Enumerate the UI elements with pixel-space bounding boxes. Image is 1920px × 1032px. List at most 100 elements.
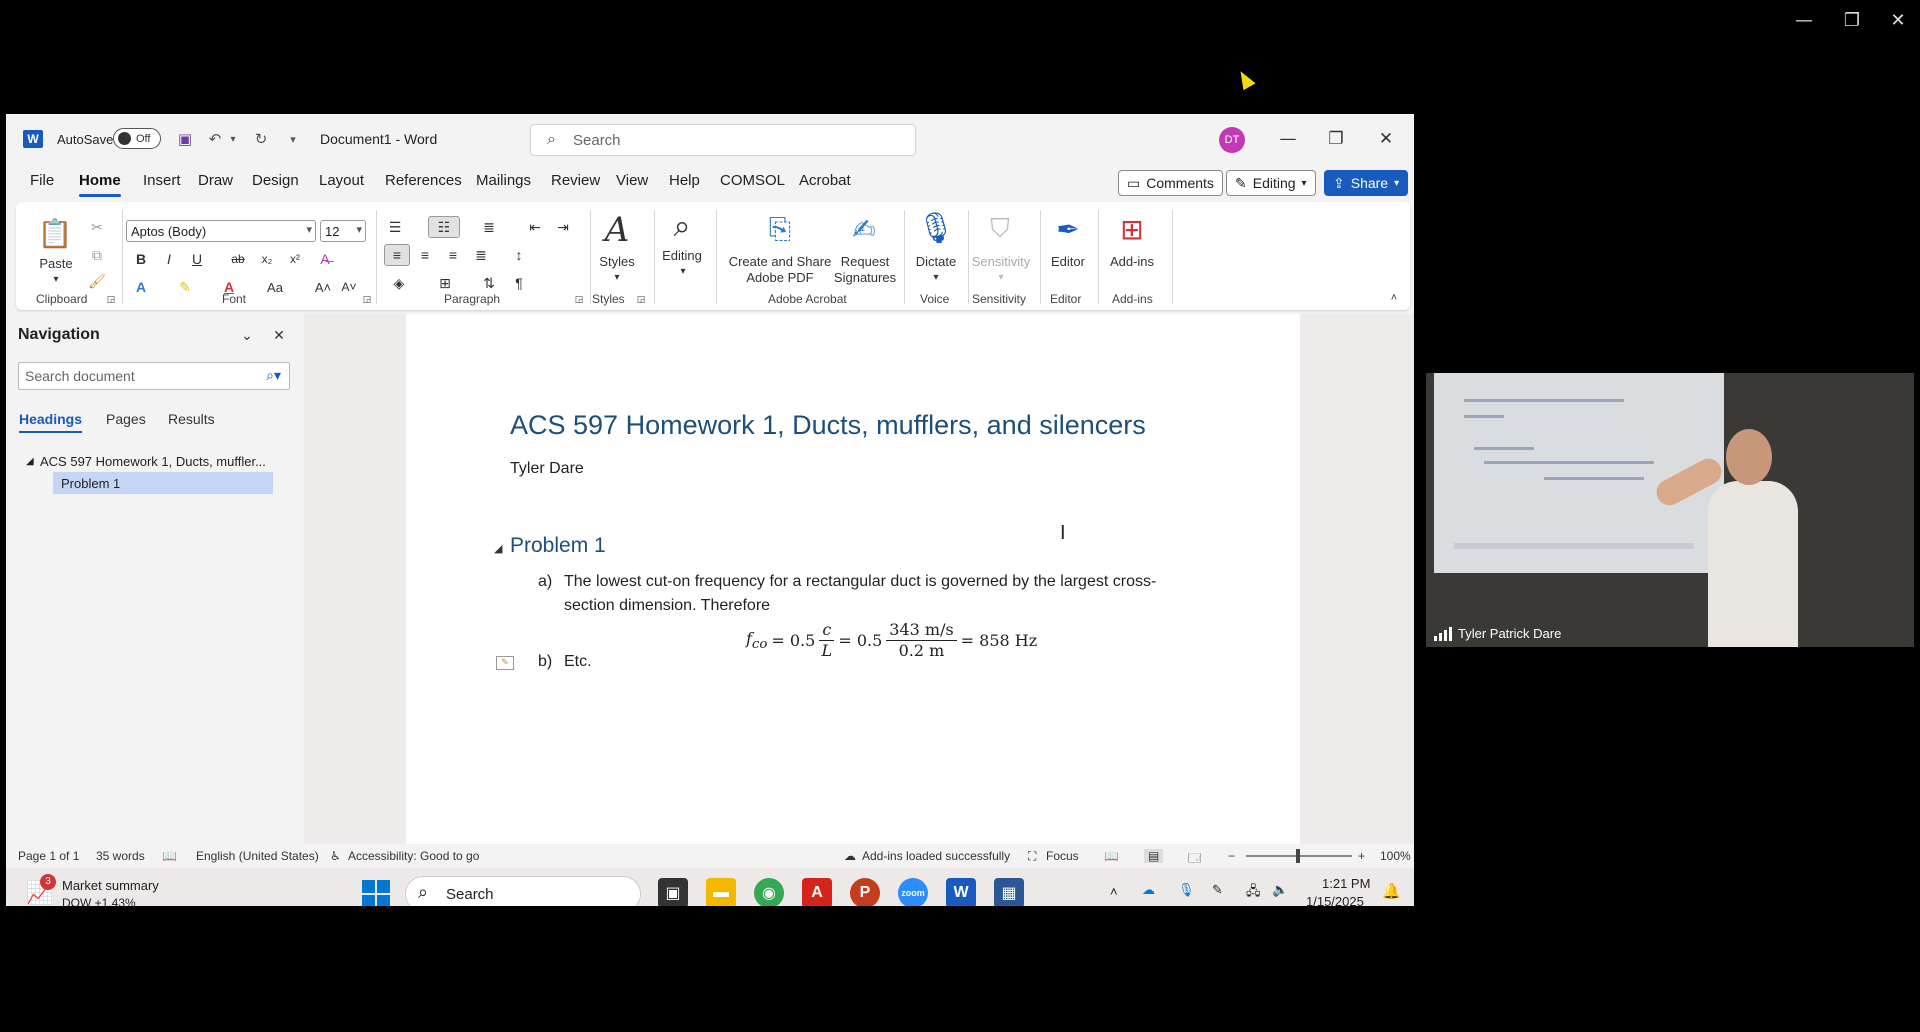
shading-icon[interactable]: ◈ bbox=[384, 272, 414, 294]
line-spacing-icon[interactable]: ↕ bbox=[504, 244, 534, 266]
show-formatting-icon[interactable]: ¶ bbox=[508, 272, 530, 294]
pen-icon[interactable]: ✎ bbox=[1212, 882, 1223, 898]
zoom-slider-thumb[interactable] bbox=[1296, 849, 1300, 863]
task-view-icon[interactable]: ▣ bbox=[658, 878, 688, 906]
bullets-icon[interactable]: ☰ bbox=[384, 216, 406, 238]
viewer-minimize-icon[interactable]: — bbox=[1784, 6, 1824, 34]
tab-review[interactable]: Review bbox=[551, 172, 600, 189]
collapse-triangle-icon[interactable]: ◢ bbox=[26, 456, 34, 467]
tab-acrobat[interactable]: Acrobat bbox=[799, 172, 851, 189]
decrease-indent-icon[interactable]: ⇤ bbox=[524, 216, 546, 238]
editor-icon[interactable]: ✒ bbox=[1048, 210, 1088, 248]
word-app-icon[interactable]: W bbox=[946, 878, 976, 906]
font-name-field[interactable]: Aptos (Body) ▾ bbox=[126, 220, 316, 242]
copy-icon[interactable]: ⧉ bbox=[86, 244, 108, 266]
calculator-icon[interactable]: ▦ bbox=[994, 878, 1024, 906]
borders-icon[interactable]: ⊞ bbox=[430, 272, 460, 294]
accessibility-status[interactable]: Accessibility: Good to go bbox=[348, 849, 479, 863]
nav-tab-headings[interactable]: Headings bbox=[19, 411, 83, 433]
search-document-input[interactable]: Search document ⌕▾ bbox=[18, 362, 290, 390]
proofing-icon[interactable]: 📖 bbox=[162, 849, 177, 863]
chevron-down-icon[interactable]: ⌄ bbox=[236, 324, 258, 346]
subscript-icon[interactable]: x₂ bbox=[256, 248, 278, 270]
create-share-pdf-label[interactable]: Create and Share Adobe PDF bbox=[720, 254, 840, 286]
network-icon[interactable]: 🖧 bbox=[1246, 882, 1261, 904]
collapse-triangle-icon[interactable]: ◢ bbox=[494, 542, 502, 555]
read-mode-icon[interactable]: 📖 bbox=[1104, 849, 1119, 863]
dictate-label[interactable]: Dictate bbox=[910, 254, 962, 270]
underline-icon[interactable]: U bbox=[186, 248, 208, 270]
word-count[interactable]: 35 words bbox=[96, 849, 145, 863]
tab-design[interactable]: Design bbox=[252, 172, 299, 189]
sort-icon[interactable]: ⇅ bbox=[478, 272, 500, 294]
document-page[interactable]: ACS 597 Homework 1, Ducts, mufflers, and… bbox=[406, 314, 1300, 844]
share-button[interactable]: ⇪ Share ▾ bbox=[1324, 170, 1409, 196]
microphone-icon[interactable]: 🎙 bbox=[917, 208, 955, 248]
grow-font-icon[interactable]: A˄ bbox=[312, 276, 334, 298]
clock-time[interactable]: 1:21 PM bbox=[1322, 876, 1370, 891]
comments-button[interactable]: ▭ Comments bbox=[1118, 170, 1223, 196]
create-pdf-icon[interactable]: ⎘ bbox=[762, 210, 798, 248]
paste-label[interactable]: Paste bbox=[38, 256, 74, 272]
shrink-font-icon[interactable]: A˅ bbox=[338, 276, 360, 298]
add-ins-icon[interactable]: ⊞ bbox=[1112, 210, 1152, 248]
tab-help[interactable]: Help bbox=[669, 172, 700, 189]
undo-dropdown-icon[interactable]: ▾ bbox=[222, 128, 244, 150]
bold-icon[interactable]: B bbox=[130, 248, 152, 270]
zoom-level[interactable]: 100% bbox=[1380, 849, 1411, 863]
collapse-ribbon-icon[interactable]: ˄ bbox=[1386, 290, 1402, 306]
language[interactable]: English (United States) bbox=[196, 849, 319, 863]
notifications-icon[interactable]: 🔔 bbox=[1382, 882, 1401, 900]
zoom-out-icon[interactable]: − bbox=[1228, 849, 1235, 863]
nav-tab-pages[interactable]: Pages bbox=[106, 411, 146, 427]
nav-heading-2[interactable]: Problem 1 bbox=[53, 472, 273, 494]
chrome-icon[interactable]: ◉ bbox=[754, 878, 784, 906]
chevron-down-icon[interactable]: ▾ bbox=[676, 264, 690, 278]
volume-icon[interactable]: 🔈 bbox=[1272, 882, 1288, 898]
powerpoint-icon[interactable]: P bbox=[850, 878, 880, 906]
add-ins-label[interactable]: Add-ins bbox=[1104, 254, 1160, 270]
cut-icon[interactable]: ✂ bbox=[86, 216, 108, 238]
clock-date[interactable]: 1/15/2025 bbox=[1306, 894, 1364, 906]
print-layout-icon[interactable]: ▤ bbox=[1144, 849, 1164, 863]
multilevel-list-icon[interactable]: ≣ bbox=[478, 216, 500, 238]
clear-formatting-icon[interactable]: A̶ bbox=[314, 248, 336, 270]
align-center-icon[interactable]: ≡ bbox=[414, 244, 436, 266]
font-launcher-icon[interactable]: ◲ bbox=[360, 292, 374, 306]
acrobat-icon[interactable]: A bbox=[802, 878, 832, 906]
align-left-icon[interactable]: ≡ bbox=[384, 244, 410, 266]
paste-dropdown-icon[interactable]: ▾ bbox=[48, 272, 64, 286]
autosave-toggle[interactable]: Off bbox=[113, 128, 161, 149]
viewer-close-icon[interactable]: ✕ bbox=[1878, 6, 1918, 34]
tab-layout[interactable]: Layout bbox=[319, 172, 364, 189]
tab-view[interactable]: View bbox=[616, 172, 648, 189]
tab-comsol[interactable]: COMSOL bbox=[720, 172, 785, 189]
styles-launcher-icon[interactable]: ◲ bbox=[634, 292, 648, 306]
change-case-icon[interactable]: Aa bbox=[260, 276, 290, 298]
superscript-icon[interactable]: x² bbox=[284, 248, 306, 270]
tab-file[interactable]: File bbox=[30, 172, 54, 189]
editor-label[interactable]: Editor bbox=[1044, 254, 1092, 270]
numbering-icon[interactable]: ☷ bbox=[428, 216, 460, 238]
request-signatures-icon[interactable]: ✍ bbox=[844, 210, 884, 248]
viewer-restore-icon[interactable]: ❐ bbox=[1832, 6, 1872, 34]
taskbar-search[interactable]: ⌕ Search bbox=[405, 876, 641, 906]
chevron-down-icon[interactable]: ▾ bbox=[610, 270, 624, 284]
strikethrough-icon[interactable]: ab bbox=[226, 248, 250, 270]
redo-icon[interactable]: ↻ bbox=[250, 128, 272, 150]
paste-icon[interactable]: 📋 bbox=[38, 214, 73, 252]
customize-toolbar-icon[interactable]: ▾ bbox=[282, 128, 304, 150]
clipboard-launcher-icon[interactable]: ◲ bbox=[104, 292, 118, 306]
editing-label[interactable]: Editing bbox=[656, 248, 708, 264]
editing-mode-button[interactable]: ✎ Editing ▾ bbox=[1226, 170, 1316, 196]
title-search-box[interactable]: ⌕ Search bbox=[530, 124, 916, 156]
tab-draw[interactable]: Draw bbox=[198, 172, 233, 189]
zoom-app-icon[interactable]: zoom bbox=[898, 878, 928, 906]
restore-icon[interactable]: ❐ bbox=[1316, 124, 1356, 154]
page-count[interactable]: Page 1 of 1 bbox=[18, 849, 79, 863]
highlight-icon[interactable]: ✎ bbox=[174, 276, 196, 298]
chevron-down-icon[interactable]: ▾ bbox=[929, 270, 943, 284]
focus-button[interactable]: Focus bbox=[1046, 849, 1079, 863]
web-layout-icon[interactable]: 🗔 bbox=[1188, 849, 1201, 870]
styles-label[interactable]: Styles bbox=[592, 254, 642, 270]
